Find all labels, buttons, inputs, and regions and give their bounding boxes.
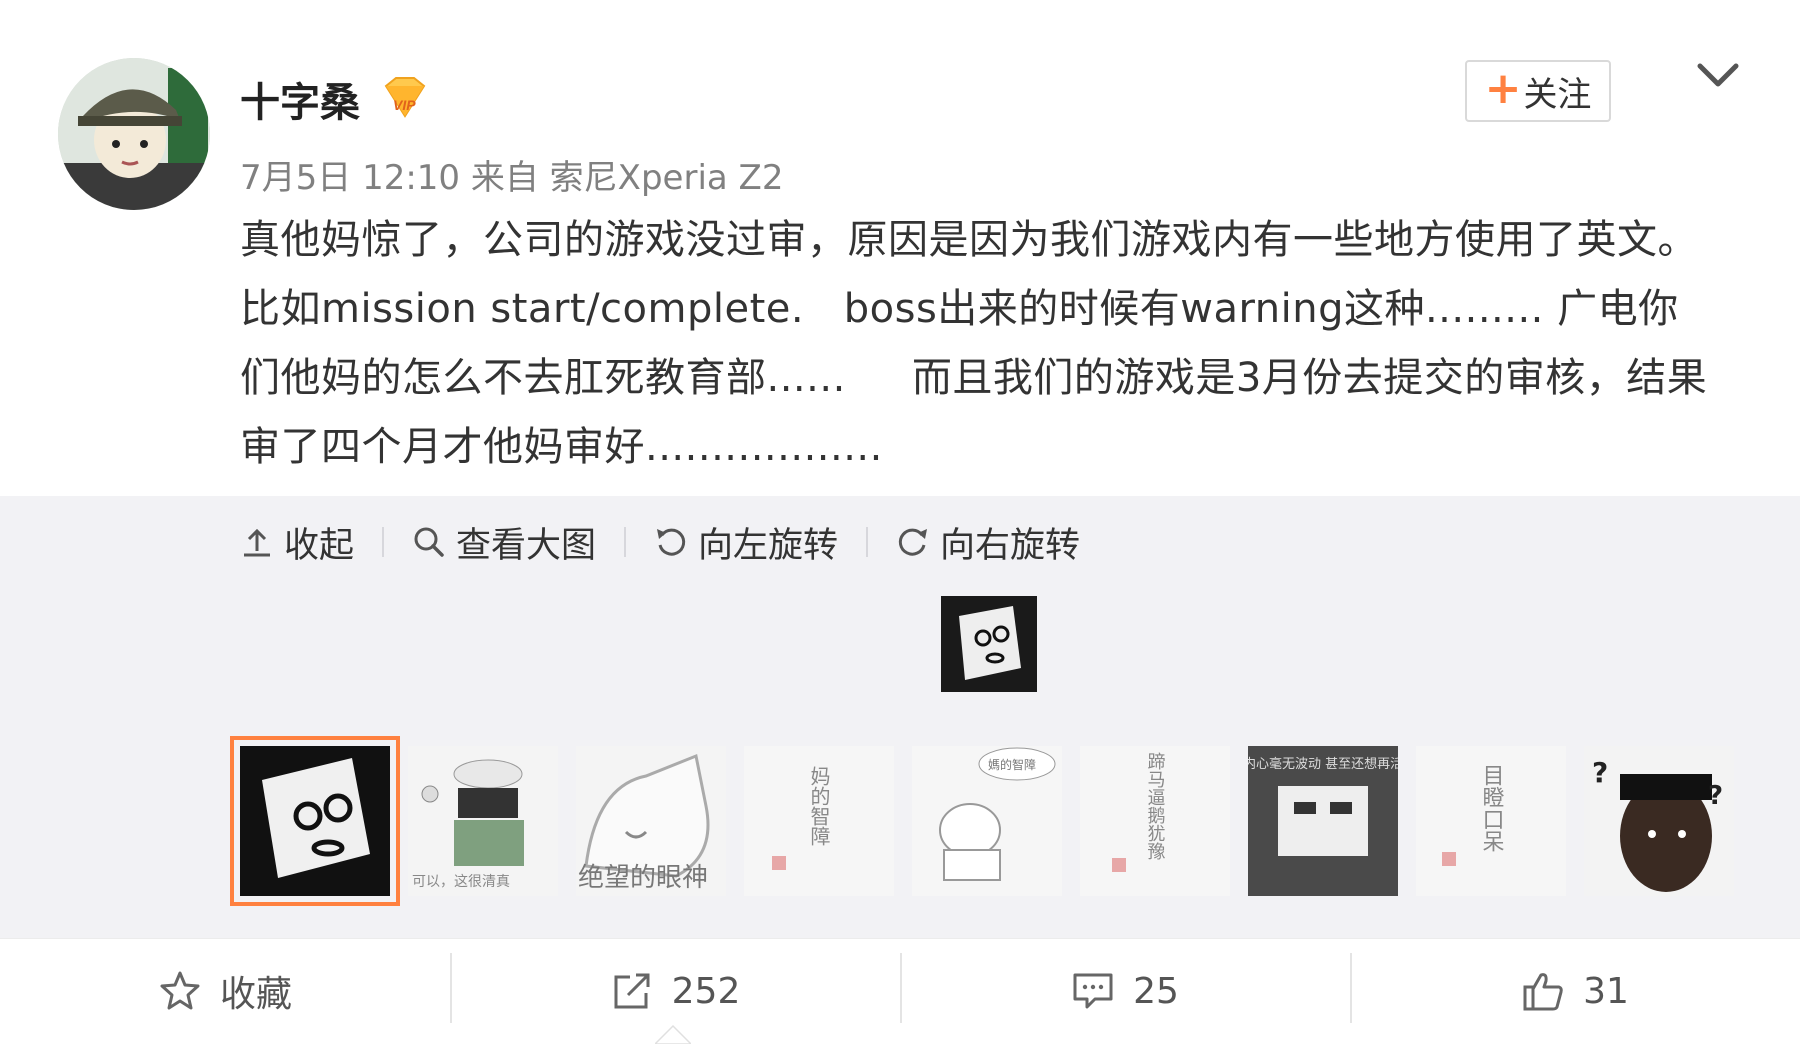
- rotate-right-icon: [898, 528, 928, 556]
- thumbnail-caption: 目瞪口呆: [1479, 764, 1505, 852]
- image-preview[interactable]: [941, 596, 1037, 692]
- favorite-label: 收藏: [219, 974, 292, 1015]
- rotate-left-label: 向左旋转: [698, 525, 839, 566]
- media-toolbar: 收起 查看大图 向左旋转 向右旋转: [240, 522, 1080, 566]
- toolbar-divider: [382, 527, 385, 557]
- thumbnail-caption: ?: [1708, 781, 1723, 811]
- toolbar-divider: [866, 527, 869, 557]
- thumbnail-selected[interactable]: [230, 736, 400, 906]
- thumbnail-caption: 蹄马逼鹅犹豫: [1145, 752, 1166, 860]
- like-count: 31: [1583, 970, 1629, 1012]
- follow-button[interactable]: + 关注: [1465, 60, 1611, 122]
- rotate-right-label: 向右旋转: [940, 525, 1081, 566]
- comment-icon: [1073, 973, 1113, 1009]
- thumbnail[interactable]: 目瞪口呆: [1416, 746, 1566, 896]
- follow-label: 关注: [1523, 74, 1592, 115]
- collapse-label: 收起: [284, 525, 355, 566]
- thumbnail-caption: 我的内心毫无波动 甚至还想再活一秒: [1248, 756, 1398, 772]
- repost-indicator-caret: [655, 1024, 691, 1044]
- chevron-down-icon[interactable]: [1696, 58, 1740, 94]
- thumbnail-caption: ?: [1592, 756, 1608, 789]
- weibo-post-card: 十字桑 VIP 7月5日 12:10 来自 索尼Xperia Z2 + 关注 真…: [0, 0, 1800, 1046]
- vip-diamond-icon[interactable]: VIP: [380, 76, 430, 122]
- collapse-button[interactable]: 收起: [240, 517, 354, 568]
- comment-button[interactable]: 25: [900, 939, 1350, 1043]
- thumbnail[interactable]: 可以，这很清真: [408, 746, 558, 896]
- toolbar-divider: [624, 527, 627, 557]
- favorite-button[interactable]: 收藏: [0, 939, 450, 1043]
- search-icon: [414, 527, 444, 557]
- thumbnail[interactable]: 蹄马逼鹅犹豫: [1080, 746, 1230, 896]
- post-text: 真他妈惊了，公司的游戏没过审，原因是因为我们游戏内有一些地方使用了英文。比如mi…: [240, 217, 1708, 470]
- thumbnail-strip: 可以，这很清真 绝望的眼神 妈的智障 媽的智障 蹄马逼鹅犹豫 内心毫无波动 甚至…: [230, 736, 1734, 906]
- thumbnail-caption: 绝望的眼神: [578, 863, 708, 893]
- thumbnail-caption: 可以，这很清真: [412, 873, 510, 890]
- view-large-button[interactable]: 查看大图: [412, 517, 596, 568]
- rotate-left-icon: [657, 528, 686, 556]
- media-expanded-panel: 收起 查看大图 向左旋转 向右旋转 可以，这很清真 绝望的眼神 妈的智障 媽的智…: [0, 496, 1800, 938]
- thumbnail[interactable]: 媽的智障: [912, 746, 1062, 896]
- action-bar: 收藏 252 25 31: [0, 938, 1800, 1043]
- repost-count: 252: [671, 970, 741, 1012]
- plus-icon: +: [1484, 63, 1522, 114]
- thumbnail[interactable]: 绝望的眼神: [576, 746, 726, 896]
- thumbnail[interactable]: ? ?: [1584, 746, 1734, 896]
- thumbnail-caption: 媽的智障: [988, 757, 1036, 772]
- like-button[interactable]: 31: [1350, 939, 1800, 1043]
- thumbnail[interactable]: 我的内心毫无波动 甚至还想再活一秒: [1248, 746, 1398, 896]
- thumbs-up-icon: [1523, 973, 1563, 1011]
- rotate-left-button[interactable]: 向左旋转: [654, 517, 838, 568]
- author-name[interactable]: 十字桑: [240, 70, 360, 128]
- star-icon: [160, 971, 200, 1010]
- author-avatar[interactable]: [58, 58, 210, 210]
- rotate-right-button[interactable]: 向右旋转: [896, 517, 1080, 568]
- thumbnail-caption: 妈的智障: [807, 766, 831, 846]
- post-meta-time-source: 7月5日 12:10 来自 索尼Xperia Z2: [240, 158, 784, 198]
- share-icon: [614, 973, 650, 1009]
- collapse-arrow-icon: [244, 528, 270, 557]
- svg-text:VIP: VIP: [393, 97, 416, 113]
- thumbnail[interactable]: 妈的智障: [744, 746, 894, 896]
- view-large-label: 查看大图: [456, 525, 597, 566]
- comment-count: 25: [1133, 970, 1179, 1012]
